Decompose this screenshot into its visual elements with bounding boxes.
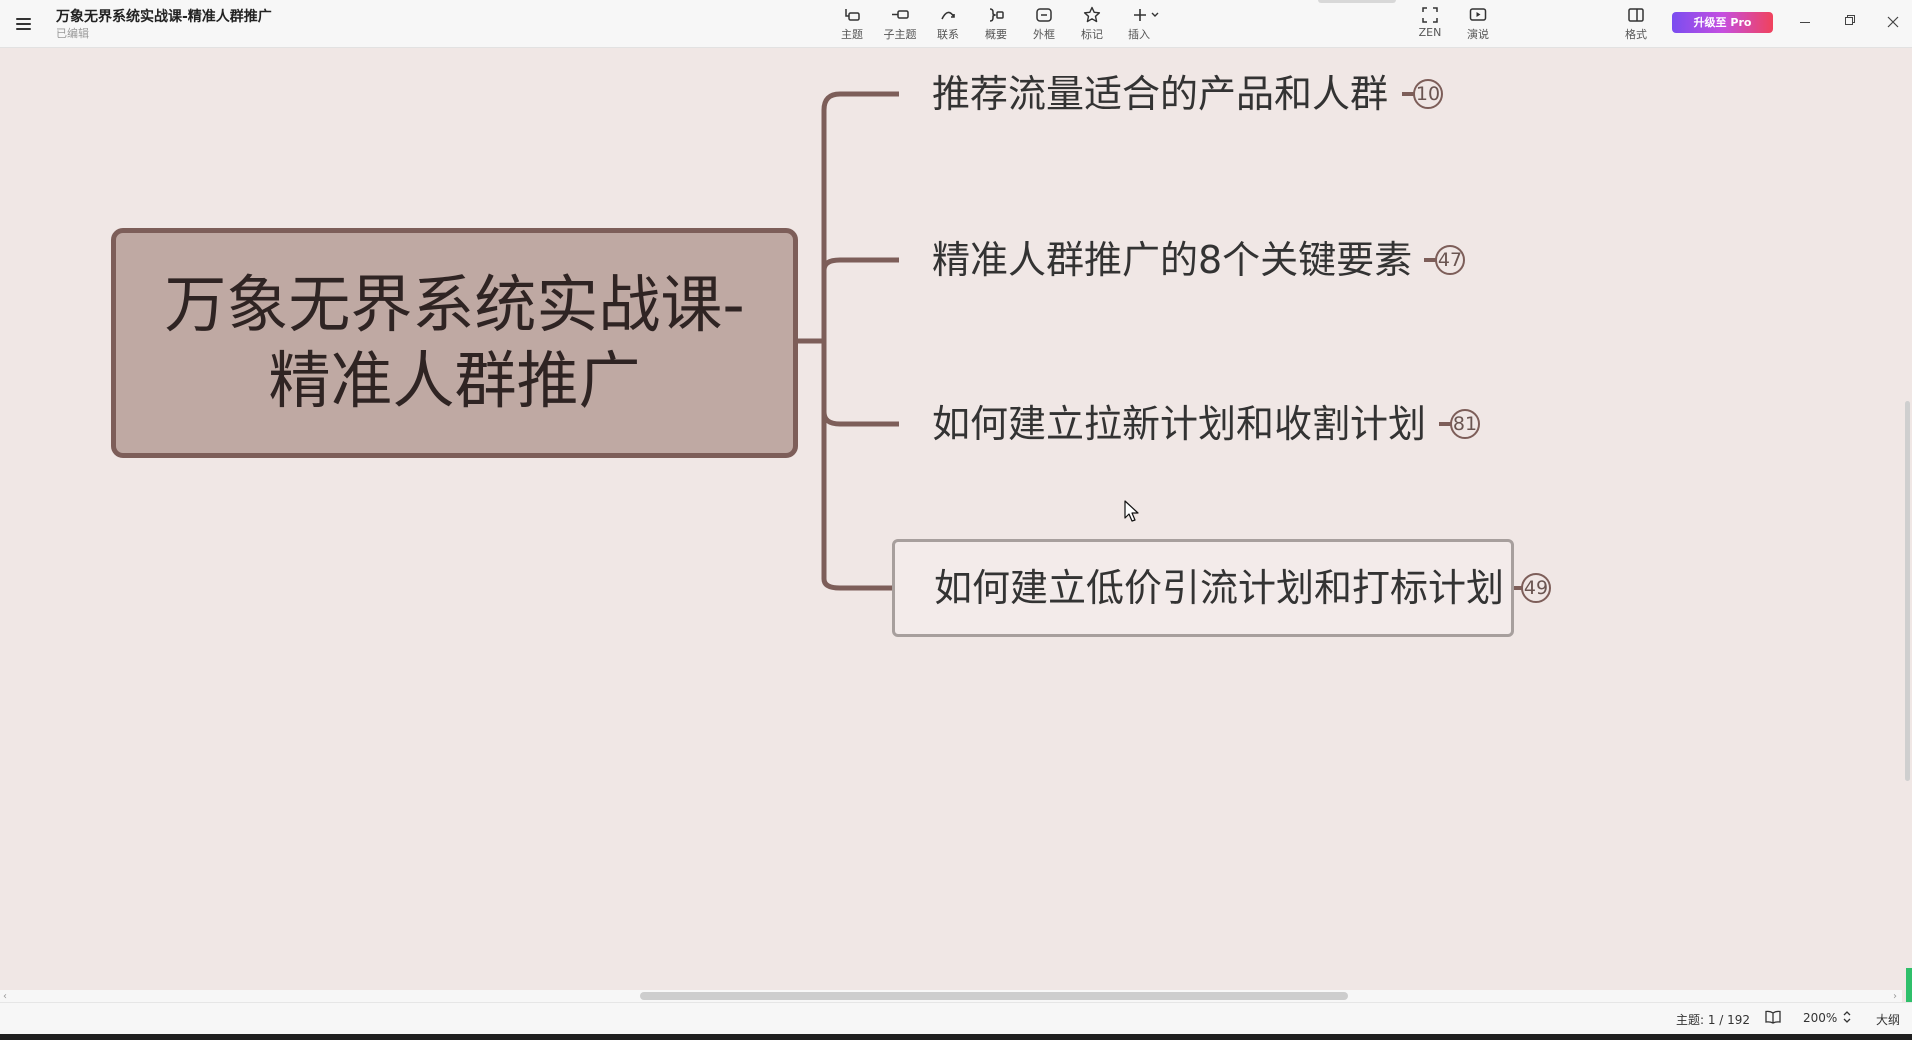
- format-panel-icon: [1628, 8, 1644, 22]
- subtopic-2[interactable]: 精准人群推广的8个关键要素: [932, 224, 1412, 296]
- vertical-scrollbar[interactable]: [1902, 48, 1912, 1008]
- central-topic[interactable]: 万象无界系统实战课- 精准人群推广: [111, 228, 798, 458]
- toolbar-insert-button[interactable]: 插入: [1121, 4, 1171, 44]
- top-toolbar: 万象无界系统实战课-精准人群推广 已编辑 主题 子主题 联系 概要 外框 标记 …: [0, 0, 1912, 48]
- star-icon: [1083, 6, 1101, 23]
- connector-branch-1: [821, 91, 899, 591]
- toolbar-topic-button[interactable]: 主题: [829, 4, 875, 44]
- subtopic-4-selected[interactable]: 如何建立低价引流计划和打标计划: [892, 539, 1514, 637]
- window-minimize-icon[interactable]: [1791, 10, 1819, 34]
- toolbar-zen-button[interactable]: ZEN: [1407, 4, 1453, 44]
- zoom-stepper-icon[interactable]: [1842, 1009, 1852, 1028]
- scroll-right-arrow-icon[interactable]: ›: [1893, 991, 1897, 1002]
- boundary-icon: [1036, 8, 1052, 22]
- toolbar-marker-button[interactable]: 标记: [1069, 4, 1115, 44]
- window-close-icon[interactable]: [1879, 10, 1907, 34]
- subtopic-1[interactable]: 推荐流量适合的产品和人群: [932, 58, 1388, 130]
- toolbar-presentation-button[interactable]: 演说: [1455, 4, 1501, 44]
- collapse-count-badge-4[interactable]: 49: [1521, 573, 1551, 603]
- toolbar-boundary-button[interactable]: 外框: [1021, 4, 1067, 44]
- connector-branch-3: [821, 411, 899, 427]
- topic-icon: [845, 9, 860, 21]
- scroll-left-arrow-icon[interactable]: ‹: [3, 991, 7, 1002]
- document-status: 已编辑: [56, 27, 89, 40]
- book-icon[interactable]: [1765, 1010, 1781, 1027]
- plus-icon: [1134, 9, 1159, 21]
- window-restore-icon[interactable]: [1835, 10, 1863, 34]
- toolbar-subtopic-button[interactable]: 子主题: [877, 4, 923, 44]
- floating-popup-edge: [1318, 0, 1396, 3]
- horizontal-scroll-thumb[interactable]: [640, 992, 1348, 1000]
- presentation-icon: [1469, 8, 1487, 21]
- taskbar-edge: [0, 1034, 1912, 1040]
- connector-branch-2: [821, 257, 899, 271]
- mouse-cursor-icon: [1124, 500, 1139, 522]
- central-topic-line-2: 精准人群推广: [268, 344, 641, 417]
- upgrade-pro-button[interactable]: 升级至 Pro: [1672, 12, 1773, 33]
- zoom-level[interactable]: 200%: [1803, 1011, 1837, 1025]
- toolbar-summary-button[interactable]: 概要: [973, 4, 1019, 44]
- collapse-count-badge-1[interactable]: 10: [1413, 79, 1443, 109]
- fullscreen-icon: [1422, 7, 1438, 23]
- collapse-count-badge-3[interactable]: 81: [1450, 409, 1480, 439]
- document-title: 万象无界系统实战课-精准人群推广: [56, 9, 272, 25]
- branch-connectors: [798, 91, 1522, 591]
- horizontal-scrollbar[interactable]: ‹ ›: [0, 990, 1902, 1002]
- collapse-count-badge-2[interactable]: 47: [1435, 245, 1465, 275]
- summary-icon: [989, 8, 1004, 22]
- subtopic-icon: [892, 10, 909, 19]
- outline-button[interactable]: 大纲: [1876, 1011, 1900, 1028]
- hamburger-menu-icon[interactable]: [12, 12, 36, 36]
- mindmap-canvas[interactable]: 万象无界系统实战课- 精准人群推广 推荐流量适合的产品和人群 精准人群推广的8个…: [0, 48, 1912, 992]
- central-topic-line-1: 万象无界系统实战课-: [164, 268, 745, 341]
- status-bar: 主题: 1 / 192 200% 大纲: [0, 1002, 1912, 1034]
- subtopic-3[interactable]: 如何建立拉新计划和收割计划: [932, 388, 1426, 460]
- topic-count: 主题: 1 / 192: [1676, 1013, 1751, 1027]
- toolbar-relationship-button[interactable]: 联系: [925, 4, 971, 44]
- relationship-icon: [941, 11, 955, 20]
- vertical-scroll-thumb[interactable]: [1905, 401, 1910, 781]
- toolbar-format-button[interactable]: 格式: [1613, 4, 1659, 44]
